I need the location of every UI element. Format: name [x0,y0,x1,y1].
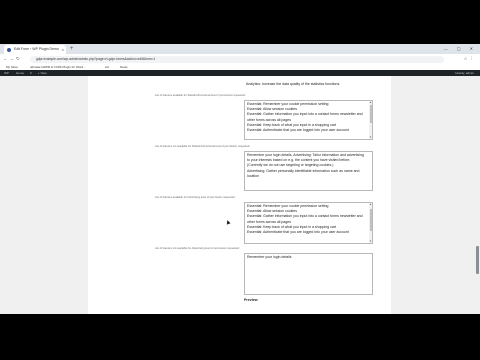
address-bar[interactable]: gdpr.example.com/wp-admin/admin.php?page… [30,55,444,63]
features-unavailable-ads-textarea[interactable]: Remember your login details [244,253,373,295]
textarea-scrollbar[interactable]: ▲ ▼ [369,203,372,243]
browser-tab[interactable]: Edit Form ‹ WP Plugin Demo × [4,45,66,54]
admin-bar-user[interactable]: Howdy, admin [455,70,474,76]
tab-title: Edit Form ‹ WP Plugin Demo [14,47,59,51]
textarea-scrollbar[interactable]: ▲ ▼ [369,101,372,139]
preview-heading: Preview [244,298,258,302]
nav-buttons[interactable]: ←→↻ [3,54,22,64]
new-tab-icon[interactable]: + [70,45,74,53]
window-controls[interactable]: — ▢ ✕ [444,44,477,54]
wp-logo-icon[interactable]: WP [4,70,9,76]
admin-bar-home[interactable]: Home [16,70,24,76]
field-label: List of features available for Advertisi… [155,196,236,199]
features-available-ads-textarea[interactable]: Essential: Remember your cookie permissi… [244,202,373,244]
features-available-stats-textarea[interactable]: Essential: Remember your cookie permissi… [244,100,373,140]
browser-tabbar: Edit Form ‹ WP Plugin Demo × + — ▢ ✕ [0,44,480,54]
close-tab-icon[interactable]: × [62,45,64,54]
favicon-icon [7,48,11,52]
field-label: List of features not available for Stati… [155,145,251,148]
field-label: List of features not available for Adver… [155,247,240,250]
admin-bar-comments[interactable]: 0 [30,70,32,76]
url-text: gdpr.example.com/wp-admin/admin.php?page… [36,56,156,61]
screenshot-area: Edit Form ‹ WP Plugin Demo × + — ▢ ✕ ←→↻… [0,44,480,314]
features-unavailable-stats-textarea[interactable]: Remember your login details, Advertising… [244,151,373,191]
field-label: List of features available for Statistic… [155,94,246,97]
analytics-text: Analytics: Increase the data quality of … [246,82,341,86]
extensions-icons[interactable]: ☆⋮ [463,54,476,64]
admin-bar-new[interactable]: + New [38,70,47,76]
page-scrollbar-thumb[interactable] [476,246,479,274]
page-scrollbar[interactable] [475,76,480,314]
